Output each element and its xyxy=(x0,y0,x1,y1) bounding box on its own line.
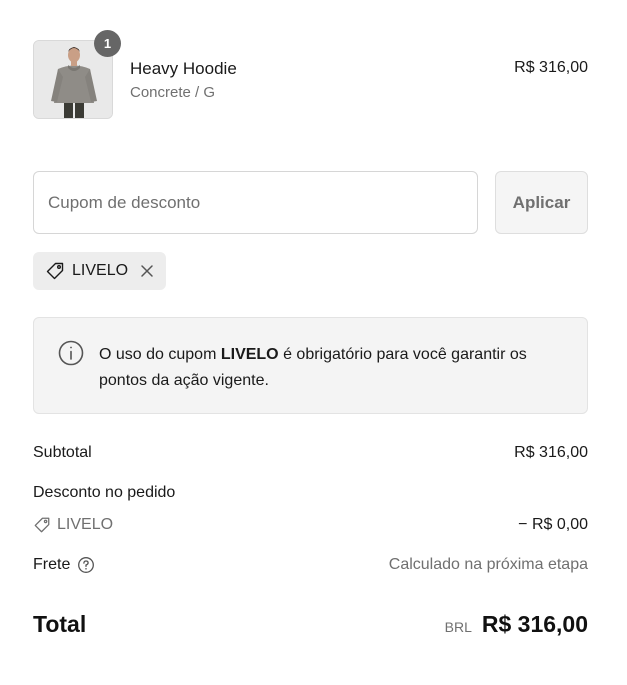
currency-code: BRL xyxy=(444,619,472,635)
total-label: Total xyxy=(33,611,87,637)
help-icon[interactable] xyxy=(77,556,95,574)
apply-discount-button[interactable]: Aplicar xyxy=(495,171,588,234)
subtotal-row: Subtotal R$ 316,00 xyxy=(33,444,588,462)
product-price: R$ 316,00 xyxy=(514,59,588,76)
product-variant: Concrete / G xyxy=(130,84,216,101)
coupon-notice: O uso do cupom LIVELO é obrigatório para… xyxy=(33,317,588,414)
subtotal-label: Subtotal xyxy=(33,444,92,461)
applied-discount-tag: LIVELO xyxy=(33,252,166,290)
discount-code-input[interactable] xyxy=(33,171,478,234)
remove-discount-icon[interactable] xyxy=(140,264,154,278)
notice-coupon-code: LIVELO xyxy=(220,346,279,363)
product-name: Heavy Hoodie xyxy=(130,59,237,78)
total-value: R$ 316,00 xyxy=(481,611,588,637)
order-discount-label: Desconto no pedido xyxy=(33,484,176,501)
cart-line-item: 1 Heavy Hoodie Concrete / G R$ 316,00 xyxy=(33,30,588,120)
shipping-row: Frete Calculado na próxima etapa xyxy=(33,556,588,574)
total-amount: BRL R$ 316,00 xyxy=(445,611,588,638)
notice-text: O uso do cupom LIVELO é obrigatório para… xyxy=(99,346,527,389)
order-discount-value: − R$ 0,00 xyxy=(518,516,588,533)
subtotal-value: R$ 316,00 xyxy=(514,444,588,461)
tag-icon xyxy=(45,261,65,281)
order-discount-code: LIVELO xyxy=(57,516,114,533)
order-discount-row: LIVELO − R$ 0,00 xyxy=(33,516,588,534)
info-icon xyxy=(58,340,84,366)
shipping-value: Calculado na próxima etapa xyxy=(388,556,588,573)
shipping-label: Frete xyxy=(33,556,71,573)
applied-discount-code: LIVELO xyxy=(72,262,129,279)
tag-icon xyxy=(33,516,51,534)
quantity-badge: 1 xyxy=(94,30,121,57)
